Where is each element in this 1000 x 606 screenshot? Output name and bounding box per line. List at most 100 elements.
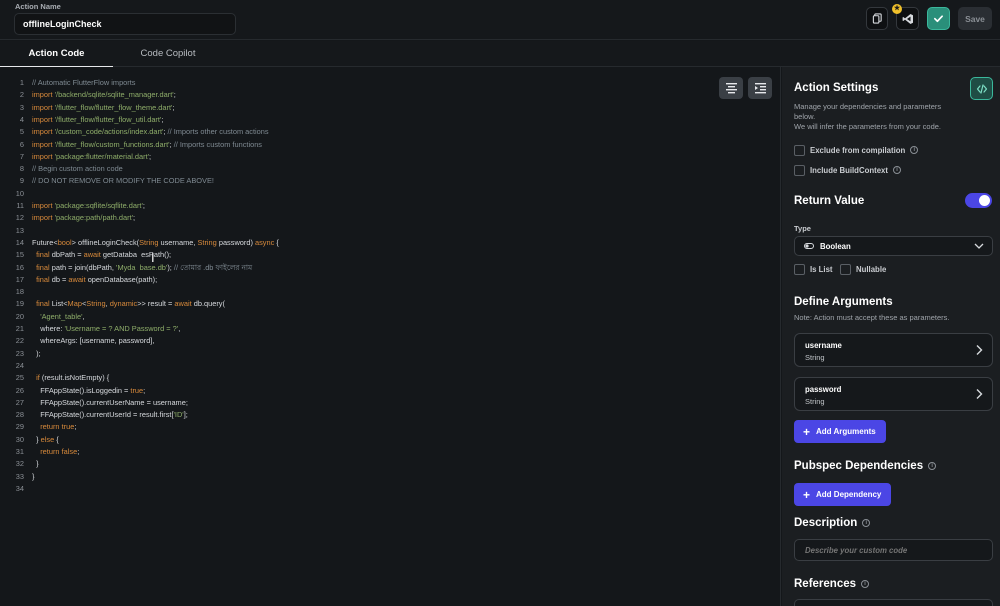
code-token: FFAppState().currentUserName = username;	[32, 397, 188, 407]
info-icon[interactable]: i	[861, 580, 870, 588]
code-editor[interactable]: I 1// Automatic FlutterFlow imports 2 impo…	[0, 67, 781, 606]
code-line[interactable]: 9 // DO NOT REMOVE OR MODIFY THE CODE ABO…	[0, 175, 780, 187]
code-line[interactable]: 10	[0, 188, 780, 200]
code-text: final db = await openDatabase(path);	[32, 274, 157, 286]
code-token: 'package:flutter/material.dart'	[52, 151, 150, 161]
code-line[interactable]: 1 // Automatic FlutterFlow imports	[0, 77, 780, 89]
code-text: Future<bool> offlineLoginCheck(String us…	[32, 237, 279, 249]
compile-check-button[interactable]	[927, 7, 950, 30]
code-token: final	[36, 274, 50, 284]
save-button[interactable]: Save	[958, 7, 992, 30]
code-line[interactable]: 33}	[0, 471, 780, 483]
code-line[interactable]: 22 whereArgs: [username, password],	[0, 335, 780, 347]
line-number: 27	[15, 397, 24, 407]
code-line[interactable]: 23 );	[0, 348, 780, 360]
code-text: whereArgs: [username, password],	[32, 335, 154, 347]
code-token: (result.isNotEmpty) {	[39, 373, 110, 383]
code-line[interactable]: 6 import '/flutter_flow/custom_functions.…	[0, 139, 780, 151]
code-line[interactable]: 8 // Begin custom action code	[0, 163, 780, 175]
code-token: '/flutter_flow/custom_functions.dart'	[52, 139, 170, 149]
code-line[interactable]: 2 import '/backend/sqlite/sqlite_manager.…	[0, 89, 780, 101]
code-token: whereArgs: [username, password],	[32, 336, 155, 346]
code-brackets-icon	[976, 83, 987, 94]
tab-code-copilot[interactable]: Code Copilot	[113, 41, 223, 67]
view-code-button[interactable]	[970, 77, 993, 100]
code-token: '/flutter_flow/flutter_flow_theme.dart'	[52, 102, 173, 112]
info-icon[interactable]: i	[910, 146, 919, 154]
description-title: Description	[794, 517, 858, 529]
code-line[interactable]: 31 return false;	[0, 446, 780, 458]
vscode-icon	[902, 13, 913, 24]
code-line[interactable]: 7 import 'package:flutter/material.dart';	[0, 151, 780, 163]
info-icon[interactable]: i	[892, 166, 901, 174]
code-line[interactable]: 27 FFAppState().currentUserName = userna…	[0, 397, 780, 409]
code-text: import 'package:flutter/material.dart';	[32, 151, 151, 163]
code-line[interactable]: 28 FFAppState().currentUserId = result.f…	[0, 409, 780, 421]
line-number: 21	[15, 324, 24, 333]
code-text: return true;	[32, 421, 76, 433]
star-badge-icon: ★	[892, 4, 902, 14]
code-line[interactable]: 18	[0, 286, 780, 298]
code-token: 'package:sqflite/sqflite.dart'	[52, 201, 143, 210]
exclude-compilation-label: Exclude from compilation	[810, 145, 906, 155]
settings-description-line2: below.	[794, 112, 816, 121]
action-name-input[interactable]	[14, 13, 236, 35]
is-list-checkbox[interactable]	[794, 263, 805, 275]
tab-action-code[interactable]: Action Code	[0, 41, 113, 68]
add-arguments-label: Add Arguments	[816, 427, 876, 436]
code-token: ;	[142, 201, 145, 210]
return-value-toggle[interactable]	[965, 193, 992, 208]
add-dependency-button[interactable]: + Add Dependency	[794, 483, 892, 506]
code-token: import	[32, 213, 53, 223]
argument-card[interactable]: password String	[794, 377, 993, 411]
code-line[interactable]: 4 import '/flutter_flow/flutter_flow_util…	[0, 114, 780, 126]
code-line[interactable]: 25 if (result.isNotEmpty) {	[0, 372, 780, 384]
code-token: ;	[149, 151, 152, 161]
action-settings-title: Action Settings	[794, 82, 879, 94]
code-text: import 'package:path/path.dart';	[32, 212, 135, 224]
code-line[interactable]: 3 import '/flutter_flow/flutter_flow_them…	[0, 102, 780, 114]
action-settings-panel: Action Settings Manage your dependencies…	[782, 67, 1000, 606]
code-line[interactable]: 13	[0, 225, 780, 237]
code-line[interactable]: 32 }	[0, 458, 780, 470]
code-line[interactable]: 21 where: 'Username = ? AND Password = ?…	[0, 323, 780, 335]
code-token: // Imports custom functions	[173, 139, 262, 149]
info-icon[interactable]: i	[928, 462, 937, 470]
nullable-checkbox[interactable]	[840, 263, 851, 275]
code-token: );	[167, 262, 174, 272]
add-arguments-button[interactable]: + Add Arguments	[794, 420, 886, 443]
code-token: final	[36, 262, 50, 272]
code-token: ;	[133, 213, 136, 223]
code-line[interactable]: 11 import 'package:sqflite/sqflite.dart';	[0, 200, 780, 212]
code-line[interactable]: 14 Future<bool> offlineLoginCheck(String …	[0, 237, 780, 249]
description-input[interactable]	[794, 539, 993, 561]
code-text: import 'package:sqflite/sqflite.dart';	[32, 200, 145, 212]
include-buildcontext-checkbox[interactable]	[794, 164, 805, 176]
code-token: String	[197, 237, 217, 247]
code-line[interactable]: 29 return true;	[0, 421, 780, 433]
copy-code-button[interactable]	[866, 7, 888, 30]
line-number: 33	[15, 471, 24, 481]
exclude-compilation-checkbox[interactable]	[794, 144, 805, 156]
code-token: FFAppState().isLoggedin =	[32, 385, 131, 395]
code-token: await	[83, 250, 101, 260]
code-line[interactable]: 34	[0, 483, 780, 495]
code-line[interactable]: 16 final path = join(dbPath, 'Myda base.…	[0, 262, 780, 274]
code-line[interactable]: 15 final dbPath = await getDataba esPath…	[0, 249, 780, 261]
code-line[interactable]: 30 } else {	[0, 434, 780, 446]
code-line[interactable]: 17 final db = await openDatabase(path);	[0, 274, 780, 286]
info-icon[interactable]: i	[862, 519, 871, 527]
code-line[interactable]: 5 import '/custom_code/actions/index.dart…	[0, 126, 780, 138]
argument-card[interactable]: username String	[794, 333, 993, 367]
code-token: true	[61, 422, 75, 432]
code-line[interactable]: 26 FFAppState().isLoggedin = true;	[0, 385, 780, 397]
code-token: false	[61, 447, 78, 456]
code-line[interactable]: 12 import 'package:path/path.dart';	[0, 212, 780, 224]
references-box[interactable]	[794, 599, 993, 606]
code-line[interactable]: 20 'Agent_table',	[0, 311, 780, 323]
code-line[interactable]: 24	[0, 360, 780, 372]
code-line[interactable]: 19 final List<Map<String, dynamic>> resu…	[0, 298, 780, 310]
code-token: // Imports other custom actions	[167, 127, 269, 137]
return-type-select[interactable]: Boolean	[794, 236, 993, 256]
code-token: dynamic	[109, 299, 138, 309]
